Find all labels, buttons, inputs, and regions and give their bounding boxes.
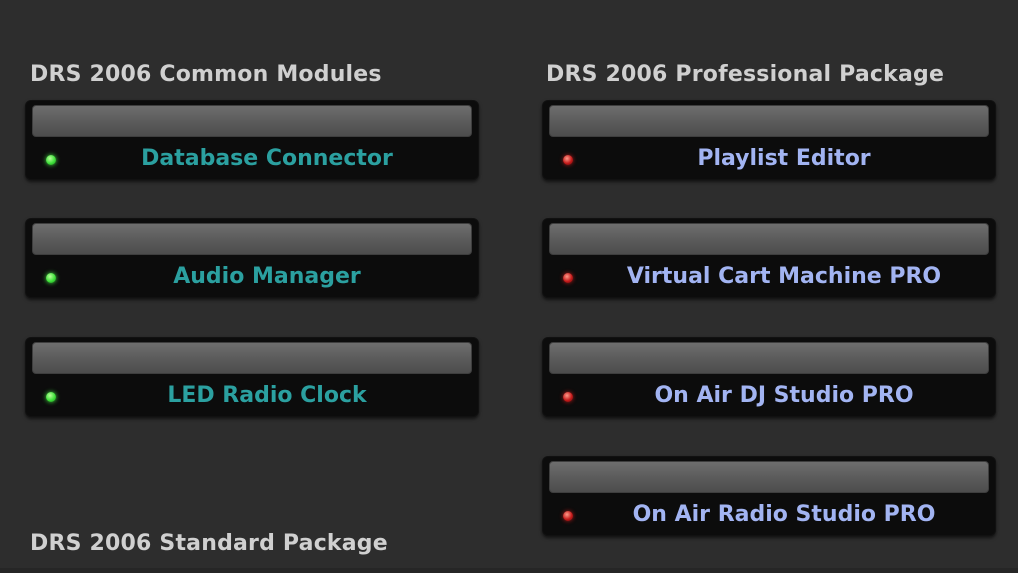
module-on-air-dj-studio-pro[interactable]: On Air DJ Studio PRO [542, 337, 996, 417]
module-label: Virtual Cart Machine PRO [626, 264, 942, 289]
status-led-red-icon [563, 511, 573, 521]
module-header-bar [549, 223, 989, 255]
module-label: Audio Manager [173, 264, 361, 289]
status-led-green-icon [46, 155, 56, 165]
module-label: On Air Radio Studio PRO [632, 502, 936, 527]
module-playlist-editor[interactable]: Playlist Editor [542, 100, 996, 180]
module-label: On Air DJ Studio PRO [654, 383, 914, 408]
module-label: Playlist Editor [697, 146, 871, 171]
module-header-bar [549, 461, 989, 493]
module-header-bar [32, 342, 472, 374]
module-header-bar [549, 342, 989, 374]
module-label: Database Connector [141, 146, 393, 171]
status-led-red-icon [563, 155, 573, 165]
module-led-radio-clock[interactable]: LED Radio Clock [25, 337, 479, 417]
module-database-connector[interactable]: Database Connector [25, 100, 479, 180]
module-virtual-cart-machine-pro[interactable]: Virtual Cart Machine PRO [542, 218, 996, 298]
status-led-red-icon [563, 273, 573, 283]
standard-package-title: DRS 2006 Standard Package [30, 531, 388, 556]
common-modules-title: DRS 2006 Common Modules [30, 62, 382, 87]
module-header-bar [549, 105, 989, 137]
status-led-green-icon [46, 273, 56, 283]
professional-package-title: DRS 2006 Professional Package [546, 62, 945, 87]
status-led-red-icon [563, 392, 573, 402]
status-led-green-icon [46, 392, 56, 402]
module-header-bar [32, 105, 472, 137]
module-audio-manager[interactable]: Audio Manager [25, 218, 479, 298]
module-label: LED Radio Clock [167, 383, 367, 408]
drs-module-panel: DRS 2006 Common Modules DRS 2006 Profess… [0, 0, 1018, 573]
bottom-divider [0, 568, 1018, 573]
module-on-air-radio-studio-pro[interactable]: On Air Radio Studio PRO [542, 456, 996, 536]
module-header-bar [32, 223, 472, 255]
